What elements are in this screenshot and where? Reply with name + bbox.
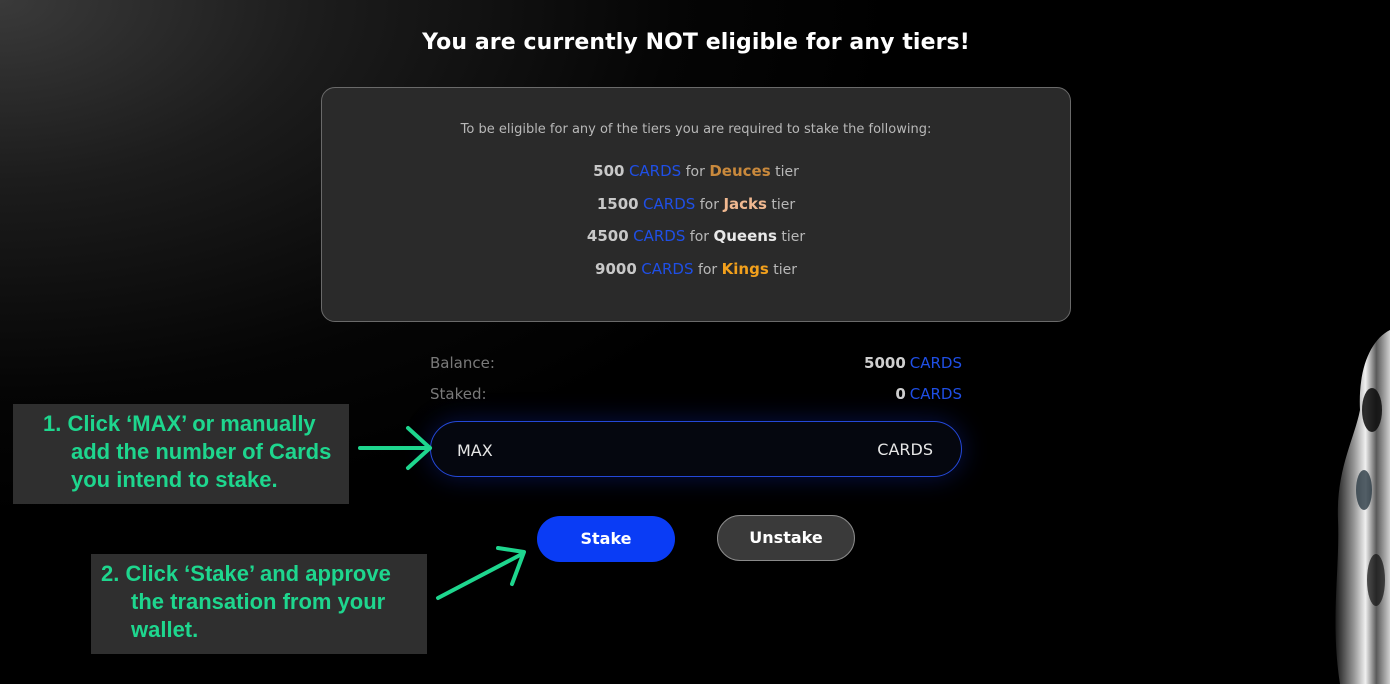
balance-value: 5000 CARDS (864, 352, 962, 374)
tier-for: for (689, 229, 710, 245)
staked-value: 0 CARDS (895, 383, 962, 405)
stake-amount-input[interactable] (457, 436, 837, 464)
tier-name: Queens (713, 227, 777, 245)
stake-amount-field[interactable]: CARDS (430, 421, 962, 477)
tier-suffix: tier (775, 164, 799, 180)
staked-row: Staked: 0 CARDS (430, 383, 962, 405)
tier-row-jacks: 1500 CARDS for Jacks tier (322, 188, 1070, 221)
staked-amount: 0 (895, 385, 906, 403)
callout-line: wallet. (131, 617, 199, 642)
tier-row-deuces: 500 CARDS for Deuces tier (322, 155, 1070, 188)
tier-token: CARDS (633, 227, 686, 245)
tier-amount: 9000 (595, 259, 637, 278)
instruction-callout-step1: 1. Click ‘MAX’ or manually add the numbe… (13, 404, 349, 504)
tier-name: Jacks (723, 194, 767, 213)
callout-line: you intend to stake. (71, 467, 278, 492)
tier-requirements-intro: To be eligible for any of the tiers you … (460, 122, 932, 137)
tier-suffix: tier (781, 229, 806, 245)
tier-requirements-panel: To be eligible for any of the tiers you … (321, 87, 1071, 322)
tier-name: Deuces (709, 162, 771, 180)
tier-token: CARDS (628, 162, 682, 180)
stake-button[interactable]: Stake (537, 516, 675, 562)
tier-for: for (699, 196, 719, 213)
tier-amount: 500 (593, 162, 625, 180)
tier-for: for (685, 164, 705, 180)
tier-name: Kings (721, 259, 769, 278)
tier-token: CARDS (643, 194, 696, 213)
callout-line: Click ‘Stake’ and approve (125, 561, 391, 586)
callout-line: Click ‘MAX’ or manually (67, 411, 316, 436)
balance-amount: 5000 (864, 354, 906, 372)
tier-amount: 4500 (586, 227, 629, 245)
tier-row-kings: 9000 CARDS for Kings tier (322, 253, 1070, 286)
tier-suffix: tier (771, 196, 796, 213)
instruction-callout-step2: 2. Click ‘Stake’ and approve the transat… (91, 554, 427, 654)
arrow-to-stake-icon (436, 546, 526, 600)
unstake-button[interactable]: Unstake (717, 515, 855, 561)
chrome-sculpture-decoration (1335, 330, 1390, 684)
tier-for: for (697, 261, 718, 278)
stake-unit-label: CARDS (877, 440, 933, 459)
callout-number: 1. (43, 411, 62, 436)
eligibility-heading: You are currently NOT eligible for any t… (422, 30, 970, 55)
callout-line: add the number of Cards (71, 439, 332, 464)
balance-row: Balance: 5000 CARDS (430, 352, 962, 374)
balance-label: Balance: (430, 354, 495, 372)
tier-row-queens: 4500 CARDS for Queens tier (322, 220, 1070, 253)
tier-suffix: tier (773, 261, 797, 278)
callout-number: 2. (101, 561, 120, 586)
tier-token: CARDS (641, 259, 694, 278)
tier-list: 500 CARDS for Deuces tier 1500 CARDS for… (322, 155, 1070, 285)
callout-line: the transation from your (131, 589, 386, 614)
balance-token: CARDS (909, 354, 962, 372)
staked-label: Staked: (430, 385, 487, 403)
tier-amount: 1500 (596, 194, 639, 213)
arrow-to-input-icon (358, 426, 432, 470)
staked-token: CARDS (909, 385, 962, 403)
